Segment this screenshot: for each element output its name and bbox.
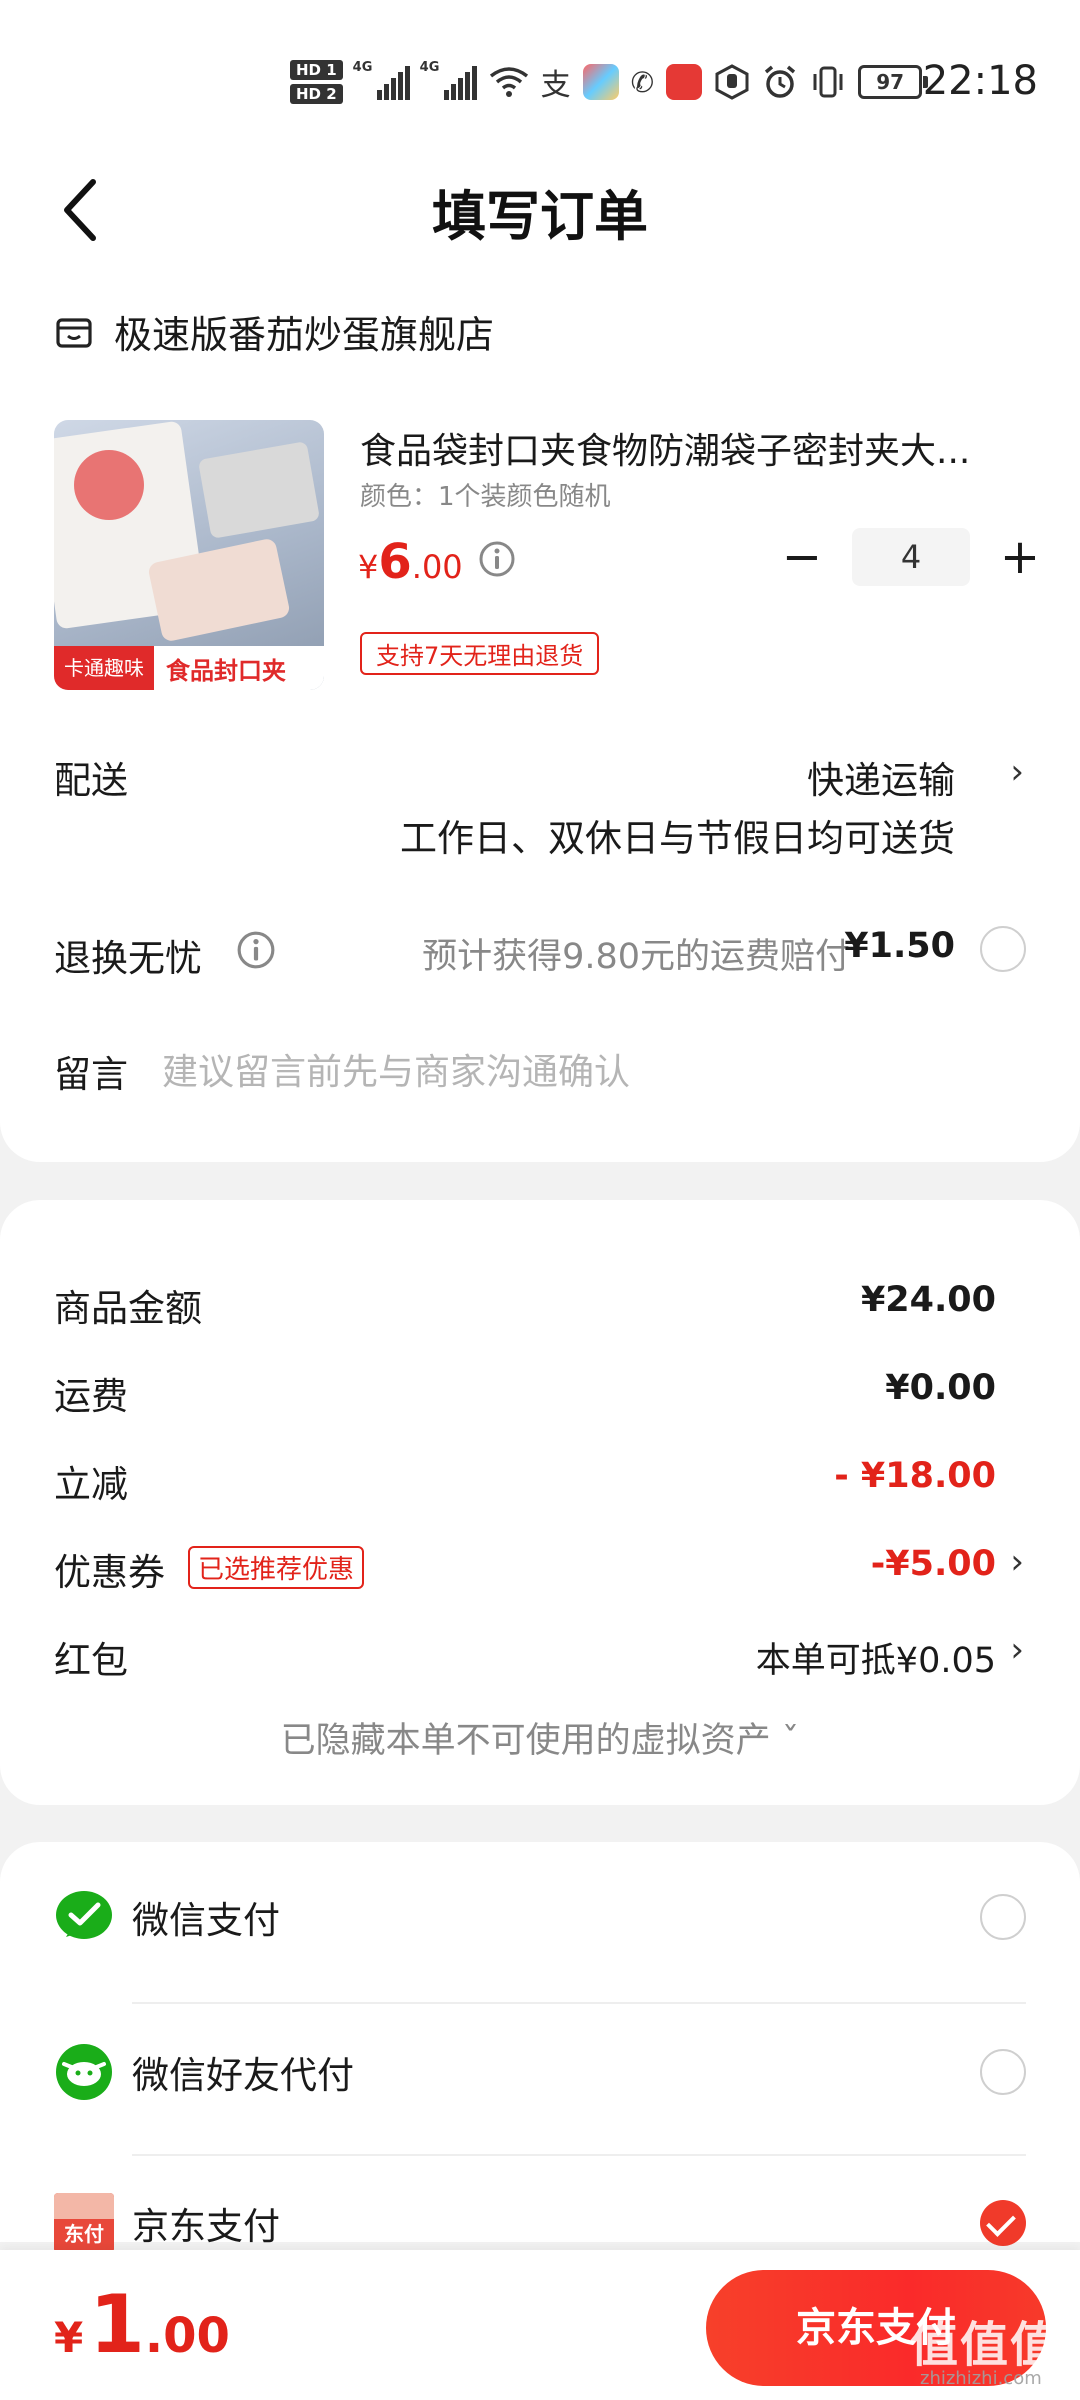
product-title[interactable]: 食品袋封口夹食物防潮袋子密封夹大... <box>360 422 1040 474</box>
increase-button[interactable]: + <box>998 532 1042 582</box>
quantity-stepper: − 4 + <box>780 528 1042 586</box>
total-price: ¥ 1 .00 <box>54 2278 230 2371</box>
payment-methods-card: 微信支付 微信好友代付 东付 京东支付 <box>0 1842 1080 2253</box>
payment-label: 微信支付 <box>132 1899 280 1942</box>
payment-option-wechat-friend[interactable]: 微信好友代付 <box>0 1997 1080 2147</box>
hidden-assets-toggle[interactable]: 已隐藏本单不可使用的虚拟资产 ˇ <box>0 1712 1080 1763</box>
jd-pay-icon-text: 东付 <box>64 2222 104 2246</box>
product-price: ¥ 6 .00 <box>358 534 463 590</box>
network-type-label: 4G <box>419 60 440 75</box>
delivery-note: 工作日、双休日与节假日均可送货 <box>400 817 955 860</box>
return-insurance-label: 退换无忧 <box>54 937 202 980</box>
red-packet-label: 红包 <box>54 1639 128 1682</box>
price-integer: 6 <box>378 534 412 590</box>
shipping-value: ¥0.00 <box>885 1368 996 1408</box>
total-symbol: ¥ <box>54 2313 84 2362</box>
wechat-friend-pay-icon <box>56 2044 112 2100</box>
quantity-value[interactable]: 4 <box>852 528 970 586</box>
alarm-icon <box>765 65 796 98</box>
network-type-label: 4G <box>352 60 373 75</box>
store-icon <box>56 317 92 348</box>
delivery-method[interactable]: 快递运输 <box>807 750 955 804</box>
price-symbol: ¥ <box>358 548 379 586</box>
decrease-button[interactable]: − <box>780 532 824 582</box>
app-icon <box>666 64 703 100</box>
goods-amount-label: 商品金额 <box>54 1287 202 1330</box>
goods-amount-value: ¥24.00 <box>860 1280 996 1320</box>
product-image[interactable]: 卡通趣味 食品封口夹 <box>54 420 324 690</box>
alipay-icon: 支 <box>540 68 571 103</box>
store-row[interactable]: 极速版番茄炒蛋旗舰店 <box>54 304 494 359</box>
header: 填写订单 <box>0 150 1080 280</box>
page-title: 填写订单 <box>432 185 648 248</box>
hd1-label: HD 1 <box>290 60 343 80</box>
delivery-label: 配送 <box>54 759 128 802</box>
info-icon[interactable] <box>236 930 276 970</box>
total-integer: 1 <box>89 2278 145 2371</box>
jd-pay-icon: 东付 <box>54 2193 114 2253</box>
image-caption: 食品封口夹 <box>166 656 286 685</box>
clock: 22:18 <box>922 58 1038 104</box>
chevron-right-icon[interactable]: › <box>1010 1630 1024 1670</box>
payment-label: 京东支付 <box>132 2205 280 2248</box>
chevron-right-icon[interactable]: › <box>1010 1542 1024 1582</box>
signal-icon: 4G <box>353 60 410 100</box>
coupon-value[interactable]: -¥5.00 <box>871 1544 996 1584</box>
status-bar: HD 1 HD 2 4G 4G 支 ✆ 97 22:18 <box>0 0 1080 150</box>
order-card: 极速版番茄炒蛋旗舰店 卡通趣味 食品封口夹 食品袋封口夹食物防潮袋子密封夹大..… <box>0 262 1080 1162</box>
price-info-icon[interactable] <box>478 540 516 578</box>
wechat-icon: ✆ <box>630 65 655 99</box>
vibrate-icon <box>813 66 843 98</box>
message-input[interactable] <box>162 1042 1022 1102</box>
watermark-url: zhizhizhi.com <box>920 2368 1042 2389</box>
total-decimal: .00 <box>144 2308 230 2364</box>
coupon-badge: 已选推荐优惠 <box>188 1546 365 1589</box>
gesture-icon <box>715 64 749 100</box>
wechat-pay-radio[interactable] <box>980 1894 1026 1940</box>
hd-indicator: HD 1 HD 2 <box>290 60 343 104</box>
discount-value: - ¥18.00 <box>834 1456 996 1496</box>
status-icons: HD 1 HD 2 4G 4G 支 ✆ 97 <box>290 52 929 112</box>
hd2-label: HD 2 <box>290 84 343 104</box>
shipping-label: 运费 <box>54 1375 128 1418</box>
image-tag: 卡通趣味 <box>54 646 154 690</box>
return-insurance-radio[interactable] <box>980 926 1026 972</box>
wechat-friend-radio[interactable] <box>980 2049 1026 2095</box>
return-insurance-price: ¥1.50 <box>844 926 955 966</box>
product-spec: 颜色：1个装颜色随机 <box>360 482 611 512</box>
discount-label: 立减 <box>54 1463 128 1506</box>
wifi-icon <box>489 67 528 97</box>
jd-pay-radio[interactable] <box>980 2200 1026 2246</box>
message-label: 留言 <box>54 1053 128 1096</box>
app-icon <box>582 64 619 100</box>
payment-option-wechat[interactable]: 微信支付 <box>0 1842 1080 1992</box>
store-name: 极速版番茄炒蛋旗舰店 <box>114 313 495 357</box>
signal-icon: 4G <box>420 60 477 100</box>
coupon-label: 优惠券 <box>54 1551 165 1594</box>
price-decimal: .00 <box>411 548 463 586</box>
return-policy-badge: 支持7天无理由退货 <box>360 632 600 675</box>
watermark: 值值值 <box>910 2317 1061 2373</box>
red-packet-value[interactable]: 本单可抵¥0.05 <box>756 1632 996 1683</box>
battery-icon: 97 <box>858 65 929 99</box>
price-summary-card: 商品金额 ¥24.00 运费 ¥0.00 立减 - ¥18.00 优惠券 已选推… <box>0 1200 1080 1805</box>
chevron-right-icon[interactable]: › <box>1010 752 1024 792</box>
return-insurance-text: 预计获得9.80元的运费赔付 <box>422 937 850 977</box>
payment-label: 微信好友代付 <box>132 2054 354 2097</box>
wechat-pay-icon <box>56 1891 112 1939</box>
